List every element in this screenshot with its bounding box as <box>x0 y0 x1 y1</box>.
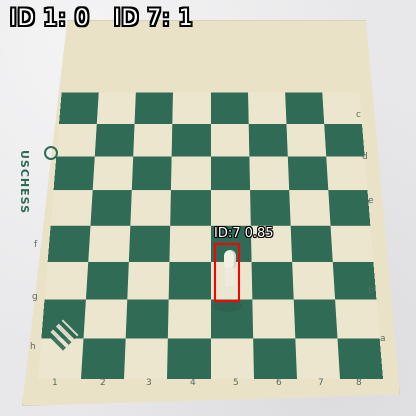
board-square <box>124 338 169 379</box>
board-square <box>210 338 254 379</box>
board-square <box>50 190 93 226</box>
board-square <box>56 124 97 157</box>
board-square <box>286 124 327 157</box>
board-square <box>134 92 174 125</box>
board-square <box>210 92 249 125</box>
board-square <box>127 261 170 300</box>
file-label: 5 <box>233 378 239 388</box>
board-square <box>251 261 294 300</box>
board-square <box>59 92 99 125</box>
board-square <box>295 338 340 379</box>
board-square <box>132 156 172 191</box>
file-label: 2 <box>100 378 106 388</box>
file-label: 6 <box>276 378 282 388</box>
rank-label: f <box>34 240 38 250</box>
board-square <box>252 338 297 379</box>
rank-label: a <box>380 334 386 344</box>
board-square <box>44 261 89 300</box>
board-square <box>96 92 137 125</box>
detection-label: ID:7 0.85 <box>214 226 274 241</box>
board-square <box>86 261 130 300</box>
board-square <box>291 261 335 300</box>
rank-label: d <box>362 152 368 162</box>
board-square <box>251 299 296 339</box>
board-square <box>247 92 287 125</box>
board-square <box>210 156 250 191</box>
board-square <box>249 156 289 191</box>
rank-label: b <box>368 286 374 296</box>
board-square <box>92 156 134 191</box>
board-square <box>290 225 333 262</box>
count-id-7: ID 7: 1 <box>113 6 194 31</box>
board-square <box>53 156 95 191</box>
file-label: 7 <box>318 378 324 388</box>
board-square <box>171 124 211 157</box>
board-square <box>83 299 128 339</box>
board-square <box>324 124 365 157</box>
board-square <box>169 261 211 300</box>
rank-label: c <box>356 110 361 120</box>
board-square <box>287 156 329 191</box>
board-square <box>94 124 135 157</box>
rank-label: g <box>32 292 38 302</box>
board-square <box>210 124 250 157</box>
brand-logo-icon <box>44 146 58 160</box>
board-square <box>81 338 126 379</box>
board-square <box>334 299 380 339</box>
board-square <box>172 92 211 125</box>
board-square <box>168 299 211 339</box>
brand-text: USCHESS <box>18 150 31 214</box>
board-square <box>129 225 171 262</box>
board-square <box>169 225 211 262</box>
board-square <box>167 338 211 379</box>
board-square <box>337 338 383 379</box>
board-square <box>249 190 291 226</box>
board-square <box>125 299 170 339</box>
board-square <box>133 124 173 157</box>
board-square <box>171 156 211 191</box>
board-square <box>330 225 374 262</box>
board-square <box>210 190 251 226</box>
board-square <box>328 190 371 226</box>
file-label: 3 <box>146 378 152 388</box>
board-square <box>288 190 331 226</box>
board-square <box>90 190 133 226</box>
file-label: 8 <box>356 378 362 388</box>
rank-label: e <box>368 196 374 206</box>
board-square <box>88 225 131 262</box>
board-square <box>170 190 211 226</box>
detection-bounding-box <box>214 243 240 302</box>
count-id-1: ID 1: 0 <box>10 6 90 31</box>
board-square <box>47 225 91 262</box>
board-square <box>248 124 288 157</box>
board-square <box>284 92 325 125</box>
board-square <box>293 299 338 339</box>
file-label: 4 <box>190 378 196 388</box>
rank-label: h <box>30 342 36 352</box>
chess-board <box>38 92 383 379</box>
board-square <box>130 190 172 226</box>
file-label: 1 <box>52 378 58 388</box>
class-count-overlay: ID 1: 0 ID 7: 1 <box>10 6 194 31</box>
